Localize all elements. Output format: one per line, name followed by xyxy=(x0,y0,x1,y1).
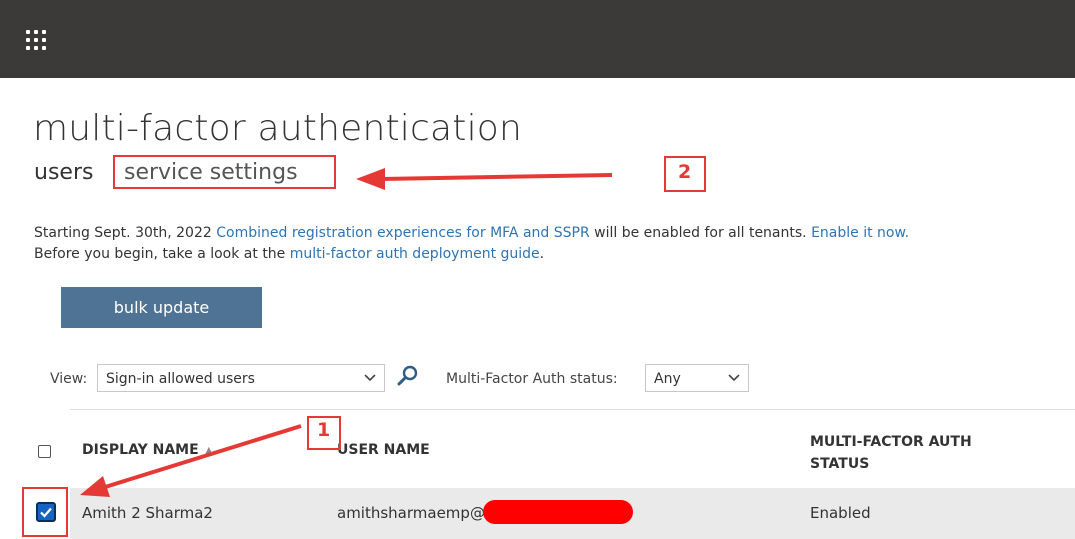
column-header-mfa-status[interactable]: MULTI-FACTOR AUTH STATUS xyxy=(810,431,1010,475)
notice-text: Starting Sept. 30th, 2022 xyxy=(34,225,217,241)
filter-bar: View: Sign-in allowed users Multi-Factor… xyxy=(0,364,1075,394)
view-select-value: Sign-in allowed users xyxy=(106,371,255,387)
arrow-1 xyxy=(80,424,302,497)
select-all-checkbox[interactable] xyxy=(38,445,51,458)
mfa-notice: Starting Sept. 30th, 2022 Combined regis… xyxy=(34,223,1034,265)
sort-ascending-icon: ▲ xyxy=(204,444,214,457)
search-icon[interactable] xyxy=(396,364,420,392)
arrow-2 xyxy=(356,168,613,190)
combined-registration-link[interactable]: Combined registration experiences for MF… xyxy=(216,225,589,241)
annotation-number-2: 2 xyxy=(678,161,692,183)
chevron-down-icon xyxy=(364,369,376,389)
notice-text: . xyxy=(539,246,545,262)
column-header-label: STATUS xyxy=(810,456,870,472)
mfa-status-select-value: Any xyxy=(654,371,681,387)
column-header-label: MULTI-FACTOR AUTH xyxy=(810,434,972,450)
view-select[interactable]: Sign-in allowed users xyxy=(97,364,385,392)
enable-it-now-link[interactable]: Enable it now. xyxy=(811,225,909,241)
redaction-mark xyxy=(483,500,633,524)
annotation-box-service-settings xyxy=(113,155,336,189)
column-header-display-name[interactable]: DISPLAY NAME ▲ xyxy=(82,442,213,458)
mfa-status-label: Multi-Factor Auth status: xyxy=(446,371,618,387)
mfa-status-select[interactable]: Any xyxy=(645,364,749,392)
view-label: View: xyxy=(50,371,88,387)
cell-display-name[interactable]: Amith 2 Sharma2 xyxy=(82,504,213,522)
column-header-user-name[interactable]: USER NAME xyxy=(337,442,430,458)
deployment-guide-link[interactable]: multi-factor auth deployment guide xyxy=(290,246,540,262)
cell-mfa-status: Enabled xyxy=(810,504,871,522)
tab-users[interactable]: users xyxy=(34,160,93,185)
top-bar xyxy=(0,0,1075,78)
chevron-down-icon xyxy=(728,369,740,389)
column-header-label: DISPLAY NAME xyxy=(82,442,199,458)
bulk-update-button[interactable]: bulk update xyxy=(61,287,262,328)
notice-text: Before you begin, take a look at the xyxy=(34,246,290,262)
waffle-icon[interactable] xyxy=(26,30,46,50)
page-title: multi-factor authentication xyxy=(33,108,523,149)
annotation-number-1: 1 xyxy=(317,419,331,441)
notice-text: will be enabled for all tenants. xyxy=(589,225,812,241)
annotation-box-checkbox xyxy=(22,487,68,537)
divider xyxy=(70,409,1075,410)
cell-user-name: amithsharmaemp@ xyxy=(337,504,485,522)
